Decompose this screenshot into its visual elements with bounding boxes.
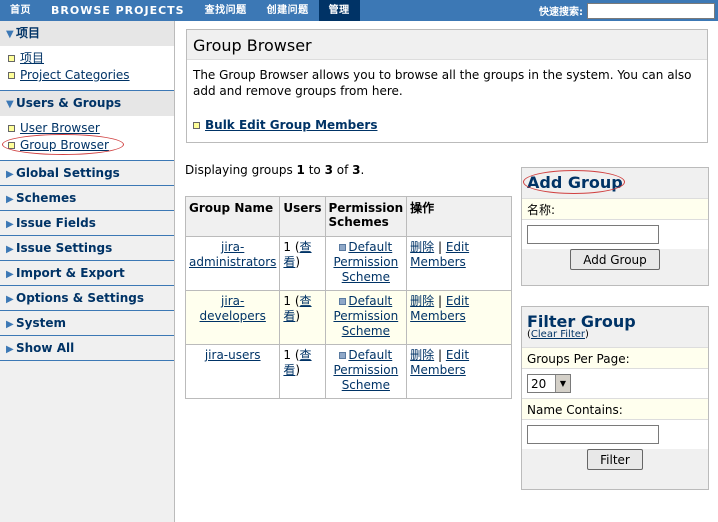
sidebar-section-schemes[interactable]: ▶ Schemes xyxy=(0,186,174,211)
add-group-panel: Add Group 名称: Add Group xyxy=(521,167,709,286)
chevron-right-icon: ▶ xyxy=(6,194,14,205)
sidebar-section-global-settings[interactable]: ▶ Global Settings xyxy=(0,161,174,186)
group-name-link[interactable]: jira-users xyxy=(205,348,261,362)
sidebar-item-user-browser[interactable]: User Browser xyxy=(8,120,174,137)
chevron-right-icon: ▶ xyxy=(6,244,14,255)
filter-group-panel: Filter Group (Clear Filter) Groups Per P… xyxy=(521,306,709,490)
col-users: Users xyxy=(279,196,326,237)
col-permission-schemes: Permission Schemes xyxy=(324,196,408,237)
bullet-icon xyxy=(8,55,15,62)
col-group-name: Group Name xyxy=(184,196,281,237)
page-description: The Group Browser allows you to browse a… xyxy=(193,68,692,98)
scheme-icon xyxy=(339,298,347,305)
col-operations: 操作 xyxy=(406,196,512,237)
sidebar-section-issue-fields[interactable]: ▶ Issue Fields xyxy=(0,211,174,236)
user-count: 1 xyxy=(283,240,292,254)
sidebar-section-import-export[interactable]: ▶ Import & Export xyxy=(0,261,174,286)
chevron-right-icon: ▶ xyxy=(6,169,14,180)
chevron-down-icon: ▼ xyxy=(6,29,14,40)
chevron-right-icon: ▶ xyxy=(6,294,14,305)
table-row: jira-users 1 (查看) Default Permission Sch… xyxy=(184,344,512,399)
quick-search-label: 快速搜索: xyxy=(539,7,583,18)
sidebar-section-issue-settings[interactable]: ▶ Issue Settings xyxy=(0,236,174,261)
admin-sidebar: ▼ 项目 项目 Project Categories ▼ Users & Group… xyxy=(0,21,175,522)
sidebar-projects-body: 项目 Project Categories xyxy=(0,46,174,91)
bulk-edit-group-members-link[interactable]: Bulk Edit Group Members xyxy=(193,118,377,132)
nav-administration[interactable]: 管理 xyxy=(318,0,360,21)
name-contains-input[interactable] xyxy=(527,425,659,444)
sidebar-item-project-categories[interactable]: Project Categories xyxy=(8,67,174,84)
page-title: Group Browser xyxy=(187,30,707,60)
chevron-down-icon: ▼ xyxy=(6,99,14,110)
scheme-icon xyxy=(339,244,347,251)
delete-group-link[interactable]: 删除 xyxy=(410,240,434,254)
sidebar-section-system[interactable]: ▶ System xyxy=(0,311,174,336)
top-nav: 首页 BROWSE PROJECTS 查找问题 创建问题 管理 快速搜索: xyxy=(0,0,718,21)
delete-group-link[interactable]: 删除 xyxy=(410,294,434,308)
chevron-right-icon: ▶ xyxy=(6,269,14,280)
filter-button[interactable]: Filter xyxy=(587,449,643,470)
user-count: 1 xyxy=(283,294,292,308)
table-header-row: Group Name Users Permission Schemes 操作 xyxy=(184,196,512,237)
nav-home[interactable]: 首页 xyxy=(0,0,41,21)
table-row: jira-developers 1 (查看) Default Permissio… xyxy=(184,290,512,345)
bullet-icon xyxy=(8,125,15,132)
group-browser-panel: Group Browser The Group Browser allows y… xyxy=(186,29,708,143)
filter-group-title: Filter Group xyxy=(527,312,636,331)
dropdown-arrow-icon: ▼ xyxy=(555,375,570,392)
chevron-right-icon: ▶ xyxy=(6,319,14,330)
sidebar-section-projects[interactable]: ▼ 项目 xyxy=(0,21,174,46)
name-contains-label: Name Contains: xyxy=(522,398,708,420)
chevron-right-icon: ▶ xyxy=(6,219,14,230)
bullet-icon xyxy=(8,142,15,149)
group-name-link[interactable]: jira-administrators xyxy=(189,240,276,269)
sidebar-item-projects[interactable]: 项目 xyxy=(8,50,174,67)
nav-find-issues[interactable]: 查找问题 xyxy=(195,0,257,21)
groups-per-page-select[interactable]: 20 ▼ xyxy=(527,374,571,393)
sidebar-section-show-all[interactable]: ▶ Show All xyxy=(0,336,174,361)
group-name-link[interactable]: jira-developers xyxy=(200,294,266,323)
nav-browse-projects[interactable]: BROWSE PROJECTS xyxy=(41,0,195,21)
groups-per-page-label: Groups Per Page: xyxy=(522,347,708,369)
group-name-input[interactable] xyxy=(527,225,659,244)
bullet-icon xyxy=(8,72,15,79)
table-row: jira-administrators 1 (查看) Default Permi… xyxy=(184,236,512,291)
sidebar-users-groups-body: User Browser Group Browser xyxy=(0,116,174,161)
add-group-title: Add Group xyxy=(522,168,708,198)
quick-search-input[interactable] xyxy=(587,2,715,19)
groups-table: Group Name Users Permission Schemes 操作 j… xyxy=(184,196,512,399)
bullet-icon xyxy=(193,122,200,129)
sidebar-item-group-browser[interactable]: Group Browser xyxy=(2,134,174,155)
nav-create-issue[interactable]: 创建问题 xyxy=(257,0,319,21)
sidebar-section-options-settings[interactable]: ▶ Options & Settings xyxy=(0,286,174,311)
group-name-label: 名称: xyxy=(522,198,708,220)
highlight-circle xyxy=(523,170,625,194)
sidebar-section-users-groups[interactable]: ▼ Users & Groups xyxy=(0,91,174,116)
add-group-button[interactable]: Add Group xyxy=(570,249,660,270)
displaying-summary: Displaying groups 1 to 3 of 3. xyxy=(185,163,365,177)
user-count: 1 xyxy=(283,348,292,362)
delete-group-link[interactable]: 删除 xyxy=(410,348,434,362)
scheme-icon xyxy=(339,352,347,359)
chevron-right-icon: ▶ xyxy=(6,344,14,355)
